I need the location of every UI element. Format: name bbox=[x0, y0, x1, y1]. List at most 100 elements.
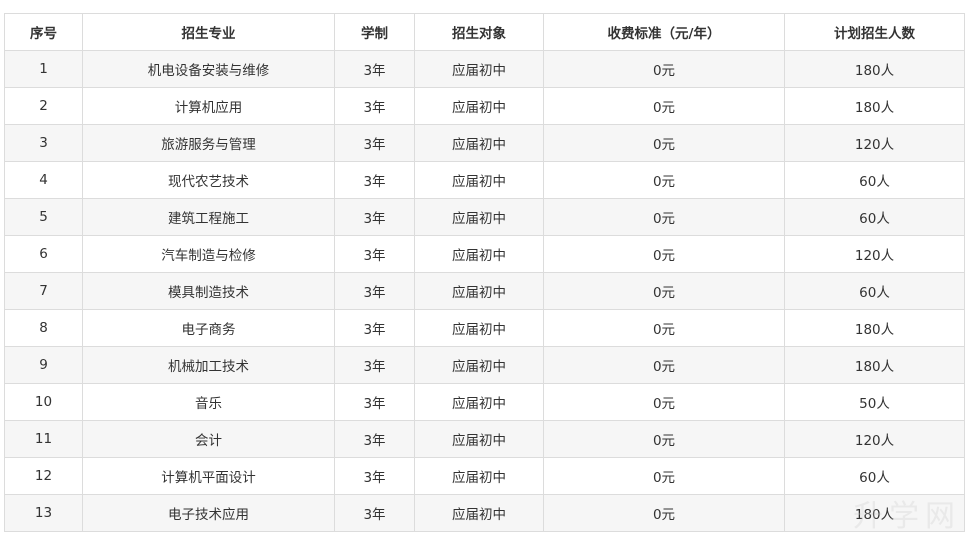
cell-fee: 0元 bbox=[543, 124, 785, 162]
cell-duration: 3年 bbox=[334, 272, 415, 310]
cell-major: 电子技术应用 bbox=[82, 494, 335, 532]
table-header: 序号 招生专业 学制 招生对象 收费标准（元/年） 计划招生人数 bbox=[4, 13, 965, 51]
table-row: 6 汽车制造与检修 3年 应届初中 0元 120人 bbox=[4, 235, 965, 273]
cell-duration: 3年 bbox=[334, 161, 415, 199]
cell-target: 应届初中 bbox=[414, 383, 544, 421]
cell-target: 应届初中 bbox=[414, 50, 544, 88]
table-row: 10 音乐 3年 应届初中 0元 50人 bbox=[4, 383, 965, 421]
cell-quota: 60人 bbox=[784, 272, 965, 310]
cell-quota: 120人 bbox=[784, 235, 965, 273]
table-row: 12 计算机平面设计 3年 应届初中 0元 60人 bbox=[4, 457, 965, 495]
cell-target: 应届初中 bbox=[414, 346, 544, 384]
cell-index: 7 bbox=[4, 272, 83, 310]
cell-major: 机械加工技术 bbox=[82, 346, 335, 384]
cell-index: 12 bbox=[4, 457, 83, 495]
cell-major: 机电设备安装与维修 bbox=[82, 50, 335, 88]
cell-major: 旅游服务与管理 bbox=[82, 124, 335, 162]
cell-duration: 3年 bbox=[334, 457, 415, 495]
cell-index: 13 bbox=[4, 494, 83, 532]
cell-index: 1 bbox=[4, 50, 83, 88]
cell-fee: 0元 bbox=[543, 309, 785, 347]
cell-quota: 60人 bbox=[784, 198, 965, 236]
cell-duration: 3年 bbox=[334, 124, 415, 162]
cell-fee: 0元 bbox=[543, 198, 785, 236]
cell-major: 建筑工程施工 bbox=[82, 198, 335, 236]
cell-quota: 180人 bbox=[784, 346, 965, 384]
cell-fee: 0元 bbox=[543, 383, 785, 421]
cell-quota: 180人 bbox=[784, 87, 965, 125]
table-body: 1 机电设备安装与维修 3年 应届初中 0元 180人 2 计算机应用 3年 应届初中 0元 180人… bbox=[4, 50, 965, 532]
cell-target: 应届初中 bbox=[414, 309, 544, 347]
table-row: 11 会计 3年 应届初中 0元 120人 bbox=[4, 420, 965, 458]
cell-quota: 180人 bbox=[784, 494, 965, 532]
cell-duration: 3年 bbox=[334, 198, 415, 236]
cell-quota: 60人 bbox=[784, 161, 965, 199]
table-row: 1 机电设备安装与维修 3年 应届初中 0元 180人 bbox=[4, 50, 965, 88]
header-index: 序号 bbox=[4, 13, 83, 51]
header-fee: 收费标准（元/年） bbox=[543, 13, 785, 51]
cell-major: 计算机应用 bbox=[82, 87, 335, 125]
cell-major: 电子商务 bbox=[82, 309, 335, 347]
cell-target: 应届初中 bbox=[414, 198, 544, 236]
table-row: 7 模具制造技术 3年 应届初中 0元 60人 bbox=[4, 272, 965, 310]
cell-quota: 50人 bbox=[784, 383, 965, 421]
header-target: 招生对象 bbox=[414, 13, 544, 51]
table-row: 9 机械加工技术 3年 应届初中 0元 180人 bbox=[4, 346, 965, 384]
cell-duration: 3年 bbox=[334, 50, 415, 88]
cell-fee: 0元 bbox=[543, 420, 785, 458]
cell-target: 应届初中 bbox=[414, 272, 544, 310]
cell-target: 应届初中 bbox=[414, 420, 544, 458]
cell-quota: 60人 bbox=[784, 457, 965, 495]
cell-index: 11 bbox=[4, 420, 83, 458]
cell-duration: 3年 bbox=[334, 309, 415, 347]
cell-fee: 0元 bbox=[543, 161, 785, 199]
cell-target: 应届初中 bbox=[414, 124, 544, 162]
admissions-table: 序号 招生专业 学制 招生对象 收费标准（元/年） 计划招生人数 1 机电设备安装… bbox=[4, 13, 965, 532]
header-duration: 学制 bbox=[334, 13, 415, 51]
cell-index: 8 bbox=[4, 309, 83, 347]
table-row: 13 电子技术应用 3年 应届初中 0元 180人 bbox=[4, 494, 965, 532]
cell-index: 9 bbox=[4, 346, 83, 384]
cell-major: 模具制造技术 bbox=[82, 272, 335, 310]
cell-duration: 3年 bbox=[334, 420, 415, 458]
table-row: 2 计算机应用 3年 应届初中 0元 180人 bbox=[4, 87, 965, 125]
cell-duration: 3年 bbox=[334, 494, 415, 532]
cell-fee: 0元 bbox=[543, 87, 785, 125]
cell-target: 应届初中 bbox=[414, 161, 544, 199]
cell-target: 应届初中 bbox=[414, 494, 544, 532]
cell-fee: 0元 bbox=[543, 50, 785, 88]
cell-index: 5 bbox=[4, 198, 83, 236]
table-row: 3 旅游服务与管理 3年 应届初中 0元 120人 bbox=[4, 124, 965, 162]
cell-fee: 0元 bbox=[543, 494, 785, 532]
cell-major: 计算机平面设计 bbox=[82, 457, 335, 495]
cell-index: 3 bbox=[4, 124, 83, 162]
cell-index: 2 bbox=[4, 87, 83, 125]
cell-fee: 0元 bbox=[543, 272, 785, 310]
cell-quota: 180人 bbox=[784, 309, 965, 347]
cell-duration: 3年 bbox=[334, 235, 415, 273]
cell-duration: 3年 bbox=[334, 383, 415, 421]
cell-quota: 120人 bbox=[784, 420, 965, 458]
header-major: 招生专业 bbox=[82, 13, 335, 51]
table-row: 8 电子商务 3年 应届初中 0元 180人 bbox=[4, 309, 965, 347]
cell-target: 应届初中 bbox=[414, 235, 544, 273]
cell-index: 4 bbox=[4, 161, 83, 199]
cell-major: 汽车制造与检修 bbox=[82, 235, 335, 273]
cell-duration: 3年 bbox=[334, 346, 415, 384]
cell-index: 10 bbox=[4, 383, 83, 421]
header-row: 序号 招生专业 学制 招生对象 收费标准（元/年） 计划招生人数 bbox=[4, 13, 965, 51]
cell-major: 音乐 bbox=[82, 383, 335, 421]
page: 序号 招生专业 学制 招生对象 收费标准（元/年） 计划招生人数 1 机电设备安装… bbox=[0, 0, 969, 535]
cell-quota: 180人 bbox=[784, 50, 965, 88]
cell-fee: 0元 bbox=[543, 346, 785, 384]
cell-duration: 3年 bbox=[334, 87, 415, 125]
table-row: 5 建筑工程施工 3年 应届初中 0元 60人 bbox=[4, 198, 965, 236]
cell-target: 应届初中 bbox=[414, 457, 544, 495]
cell-fee: 0元 bbox=[543, 235, 785, 273]
cell-major: 现代农艺技术 bbox=[82, 161, 335, 199]
cell-major: 会计 bbox=[82, 420, 335, 458]
header-quota: 计划招生人数 bbox=[784, 13, 965, 51]
table-row: 4 现代农艺技术 3年 应届初中 0元 60人 bbox=[4, 161, 965, 199]
cell-target: 应届初中 bbox=[414, 87, 544, 125]
cell-quota: 120人 bbox=[784, 124, 965, 162]
